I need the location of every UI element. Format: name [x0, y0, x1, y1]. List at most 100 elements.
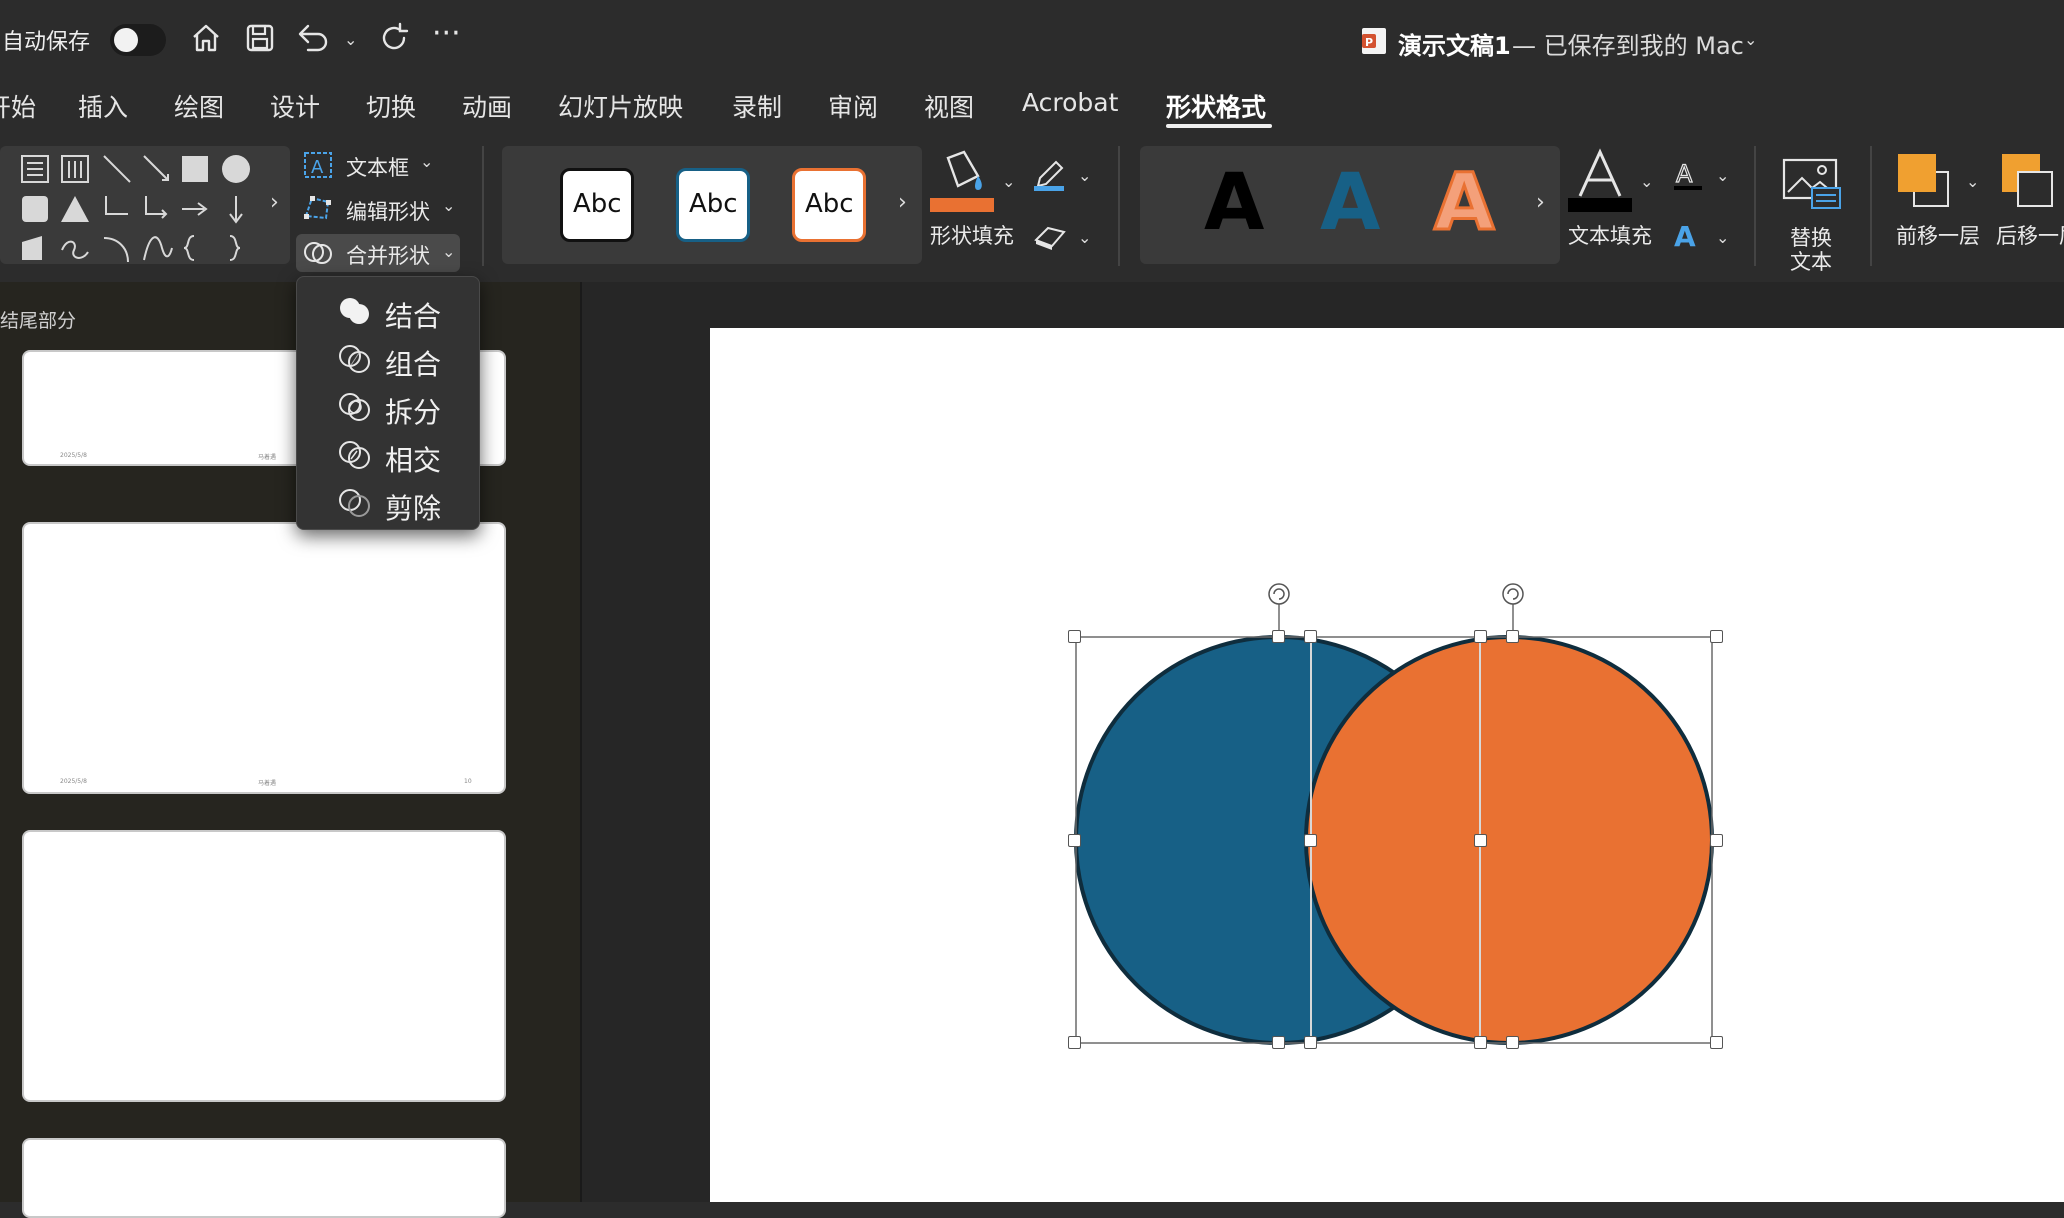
- shape-style-orange[interactable]: Abc: [792, 168, 866, 242]
- resize-handle[interactable]: [1068, 630, 1081, 643]
- tab-home[interactable]: 开始: [0, 88, 36, 124]
- resize-handle[interactable]: [1304, 834, 1317, 847]
- undo-icon[interactable]: [296, 22, 330, 54]
- shape-fill-color-swatch[interactable]: [930, 198, 994, 212]
- selected-shapes[interactable]: [1060, 572, 1750, 1062]
- wordart-style-black[interactable]: A: [1204, 164, 1264, 242]
- tab-insert[interactable]: 插入: [78, 88, 128, 124]
- merge-intersect-item[interactable]: 相交: [297, 431, 477, 479]
- resize-handle[interactable]: [1474, 834, 1487, 847]
- bring-forward-dropdown-icon[interactable]: ⌄: [1966, 172, 1979, 191]
- merge-fragment-item[interactable]: 拆分: [297, 383, 477, 431]
- merge-shapes-dropdown-icon[interactable]: ⌄: [442, 242, 455, 261]
- textbox-label[interactable]: 文本框: [346, 152, 409, 182]
- text-fill-dropdown-icon[interactable]: ⌄: [1640, 172, 1653, 191]
- resize-handle[interactable]: [1506, 1036, 1519, 1049]
- undo-dropdown-icon[interactable]: ⌄: [344, 30, 357, 49]
- svg-text:A: A: [311, 157, 324, 178]
- slide-thumbnail[interactable]: [22, 830, 506, 1102]
- combine-icon: [339, 345, 370, 373]
- merge-subtract-item[interactable]: 剪除: [297, 479, 477, 527]
- edit-shape-dropdown-icon[interactable]: ⌄: [442, 196, 455, 215]
- subtract-icon: [339, 489, 370, 517]
- tab-slideshow[interactable]: 幻灯片放映: [558, 88, 683, 124]
- text-effects-dropdown-icon[interactable]: ⌄: [1716, 228, 1729, 247]
- slide-thumbnail[interactable]: 2025/5/8 马着遇 10: [22, 522, 506, 794]
- shape-outline-icon[interactable]: [1032, 158, 1068, 192]
- wordart-style-orange[interactable]: A: [1432, 163, 1495, 244]
- tab-design[interactable]: 设计: [270, 88, 320, 124]
- home-icon[interactable]: [190, 22, 222, 54]
- ribbon-divider: [1754, 146, 1756, 266]
- wordart-style-blue[interactable]: A: [1320, 164, 1380, 242]
- edit-shape-icon: [304, 196, 331, 220]
- more-icon[interactable]: ···: [432, 16, 461, 51]
- text-outline-icon[interactable]: A: [1670, 158, 1706, 192]
- ribbon-tab-bar: 开始 插入 绘图 设计 切换 动画 幻灯片放映 录制 审阅 视图 Acrobat…: [0, 80, 2064, 132]
- ribbon-divider: [1118, 146, 1120, 266]
- shape-effects-icon[interactable]: [1032, 222, 1068, 252]
- tab-record[interactable]: 录制: [732, 88, 782, 124]
- tab-acrobat[interactable]: Acrobat: [1022, 88, 1118, 117]
- bring-forward-icon[interactable]: [1896, 152, 1952, 212]
- ribbon-shape-format: › A 文本框 ⌄ 编辑形状 ⌄ 合并形状 ⌄ Abc Abc Abc › ⌄ …: [0, 132, 2064, 282]
- alt-text-icon[interactable]: [1782, 158, 1842, 210]
- wordart-more-icon[interactable]: ›: [1536, 190, 1545, 215]
- resize-handle[interactable]: [1474, 1036, 1487, 1049]
- resize-handle[interactable]: [1068, 1036, 1081, 1049]
- bring-forward-label[interactable]: 前移一层: [1896, 220, 1980, 250]
- tab-transitions[interactable]: 切换: [366, 88, 416, 124]
- resize-handle[interactable]: [1474, 630, 1487, 643]
- resize-handle[interactable]: [1506, 630, 1519, 643]
- alt-text-label-line2[interactable]: 文本: [1790, 246, 1832, 276]
- save-icon[interactable]: [244, 22, 276, 54]
- tab-review[interactable]: 审阅: [828, 88, 878, 124]
- text-outline-dropdown-icon[interactable]: ⌄: [1716, 166, 1729, 185]
- autosave-label: 自动保存: [2, 30, 91, 55]
- textbox-dropdown-icon[interactable]: ⌄: [420, 152, 433, 171]
- paint-bucket-icon: [946, 150, 982, 190]
- shapes-gallery-more-icon[interactable]: ›: [270, 190, 279, 215]
- merge-union-item[interactable]: 结合: [297, 287, 477, 335]
- tab-view[interactable]: 视图: [924, 88, 974, 124]
- powerpoint-doc-icon: P: [1362, 28, 1386, 54]
- shape-fill-label[interactable]: 形状填充: [930, 220, 1014, 250]
- send-backward-icon[interactable]: [2000, 152, 2058, 212]
- svg-text:A: A: [1674, 220, 1696, 252]
- section-label[interactable]: 结尾部分: [0, 306, 76, 333]
- intersect-icon: [339, 441, 370, 469]
- tab-shape-format[interactable]: 形状格式: [1166, 88, 1266, 124]
- shape-effects-dropdown-icon[interactable]: ⌄: [1078, 228, 1091, 247]
- shape-outline-dropdown-icon[interactable]: ⌄: [1078, 166, 1091, 185]
- tab-draw[interactable]: 绘图: [174, 88, 224, 124]
- text-fill-label[interactable]: 文本填充: [1568, 220, 1652, 250]
- merge-combine-item[interactable]: 组合: [297, 335, 477, 383]
- pane-splitter[interactable]: [580, 282, 582, 1202]
- shape-styles-more-icon[interactable]: ›: [898, 190, 907, 215]
- slide-thumbnail[interactable]: [22, 1138, 506, 1218]
- shape-style-blue[interactable]: Abc: [676, 168, 750, 242]
- text-effects-icon[interactable]: A: [1670, 218, 1706, 252]
- resize-handle[interactable]: [1304, 1036, 1317, 1049]
- tab-animations[interactable]: 动画: [462, 88, 512, 124]
- title-dropdown-icon[interactable]: ⌄: [1744, 30, 1757, 49]
- shape-style-black[interactable]: Abc: [560, 168, 634, 242]
- redo-icon[interactable]: [378, 22, 410, 54]
- text-fill-color-swatch[interactable]: [1568, 198, 1632, 212]
- merge-shapes-label: 合并形状: [346, 244, 430, 268]
- resize-handle[interactable]: [1710, 1036, 1723, 1049]
- rotate-handle-icon: [1502, 583, 1524, 605]
- resize-handle[interactable]: [1068, 834, 1081, 847]
- document-status[interactable]: — 已保存到我的 Mac: [1512, 26, 1744, 61]
- resize-handle[interactable]: [1710, 630, 1723, 643]
- edit-shape-label[interactable]: 编辑形状: [346, 196, 430, 226]
- shape-fill-dropdown-icon[interactable]: ⌄: [1002, 172, 1015, 191]
- send-backward-label[interactable]: 后移一层: [1996, 220, 2064, 250]
- merge-shapes-menu: 结合 组合 拆分 相交 剪除: [296, 276, 480, 530]
- autosave-toggle[interactable]: [110, 24, 166, 56]
- resize-handle[interactable]: [1710, 834, 1723, 847]
- fragment-icon: [339, 393, 370, 421]
- resize-handle[interactable]: [1272, 630, 1285, 643]
- resize-handle[interactable]: [1272, 1036, 1285, 1049]
- resize-handle[interactable]: [1304, 630, 1317, 643]
